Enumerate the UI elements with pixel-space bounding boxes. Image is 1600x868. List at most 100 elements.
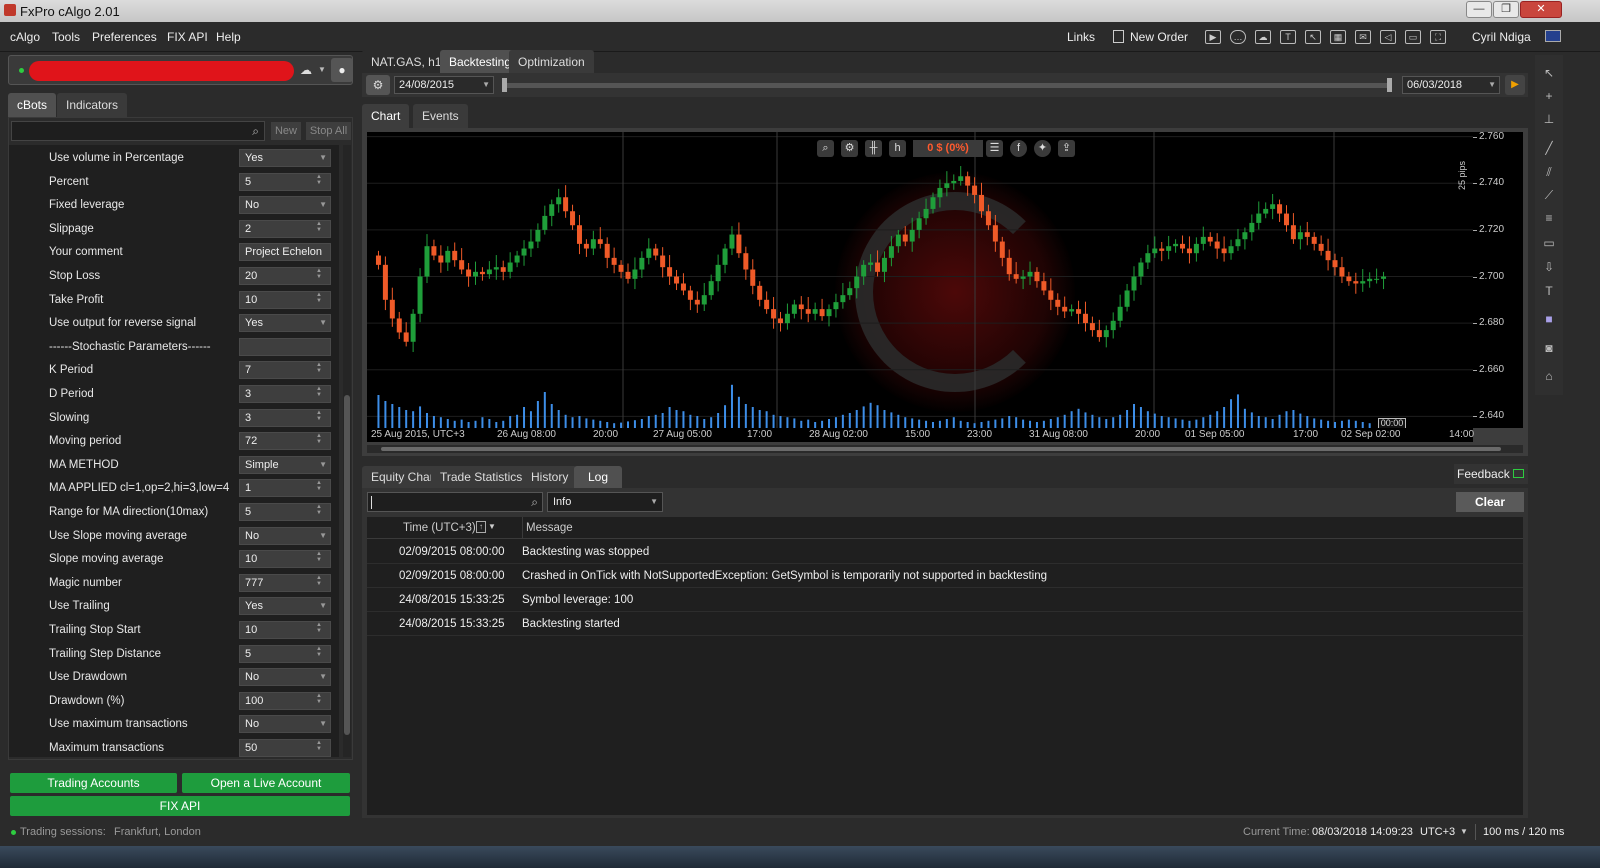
stepper-arrows-icon[interactable]: ▲▼ bbox=[311, 410, 327, 422]
text-icon[interactable]: T bbox=[1541, 283, 1557, 299]
user-name[interactable]: Cyril Ndiga bbox=[1472, 30, 1531, 44]
tab-indicators[interactable]: Indicators bbox=[57, 93, 128, 117]
trendline-icon[interactable]: ╱ bbox=[1541, 140, 1557, 156]
chevron-down-icon[interactable]: ▼ bbox=[319, 197, 327, 213]
param-select[interactable]: Yes ▼ bbox=[239, 597, 331, 616]
param-select[interactable]: No ▼ bbox=[239, 668, 331, 687]
tab-chart[interactable]: Chart bbox=[362, 104, 410, 128]
facebook-icon[interactable]: f bbox=[1010, 140, 1027, 157]
chevron-down-icon[interactable]: ▼ bbox=[319, 457, 327, 473]
param-stepper[interactable]: 3 ▲▼ bbox=[239, 385, 331, 403]
chat-icon[interactable]: … bbox=[1230, 30, 1246, 44]
menu-help[interactable]: Help bbox=[216, 30, 241, 44]
trading-accounts-button[interactable]: Trading Accounts bbox=[10, 773, 177, 793]
gear-icon[interactable]: ⚙ bbox=[366, 75, 390, 95]
param-select[interactable]: Simple ▼ bbox=[239, 455, 331, 474]
param-input[interactable] bbox=[239, 337, 331, 356]
param-select[interactable]: No ▼ bbox=[239, 196, 331, 215]
minimize-button[interactable]: — bbox=[1466, 1, 1492, 18]
close-button[interactable]: ✕ bbox=[1520, 1, 1562, 18]
param-stepper[interactable]: 7 ▲▼ bbox=[239, 361, 331, 380]
layout-icon[interactable]: ▭ bbox=[1405, 30, 1421, 44]
calculator-icon[interactable]: ▦ bbox=[1330, 30, 1346, 44]
date-range-slider[interactable] bbox=[502, 78, 1392, 92]
stepper-arrows-icon[interactable]: ▲▼ bbox=[311, 268, 327, 280]
param-stepper[interactable]: 777 ▲▼ bbox=[239, 573, 331, 592]
scrollbar-thumb[interactable] bbox=[344, 395, 350, 735]
clear-log-button[interactable]: Clear bbox=[1456, 492, 1524, 512]
range-start-handle[interactable] bbox=[502, 78, 507, 92]
param-scrollbar[interactable] bbox=[343, 145, 351, 757]
stepper-arrows-icon[interactable]: ▲▼ bbox=[311, 362, 327, 374]
param-stepper[interactable]: 5 ▲▼ bbox=[239, 644, 331, 663]
rectangle-icon[interactable]: ▭ bbox=[1541, 235, 1557, 251]
param-stepper[interactable]: 10 ▲▼ bbox=[239, 550, 331, 569]
param-select[interactable]: No ▼ bbox=[239, 526, 331, 545]
param-stepper[interactable]: 72 ▲▼ bbox=[239, 432, 331, 451]
stepper-arrows-icon[interactable]: ▲▼ bbox=[311, 551, 327, 563]
chevron-down-icon[interactable]: ▼ bbox=[319, 315, 327, 331]
chart-settings-icon[interactable]: ⚙ bbox=[841, 140, 858, 157]
stepper-arrows-icon[interactable]: ▲▼ bbox=[311, 740, 327, 752]
open-live-account-button[interactable]: Open a Live Account bbox=[182, 773, 350, 793]
stepper-arrows-icon[interactable]: ▲▼ bbox=[311, 504, 327, 516]
tab-history[interactable]: History bbox=[522, 466, 578, 488]
language-flag-icon[interactable] bbox=[1545, 30, 1561, 42]
feedback-button[interactable]: Feedback bbox=[1454, 464, 1528, 484]
param-stepper[interactable]: 3 ▲▼ bbox=[239, 408, 331, 427]
channel-icon[interactable]: ⫽ bbox=[1541, 164, 1557, 180]
range-end-handle[interactable] bbox=[1387, 78, 1392, 92]
tab-optimization[interactable]: Optimization bbox=[509, 50, 594, 74]
cursor-icon[interactable]: ↖ bbox=[1541, 65, 1557, 81]
stepper-arrows-icon[interactable]: ▲▼ bbox=[311, 622, 327, 634]
chevron-down-icon[interactable]: ▼ bbox=[488, 522, 496, 531]
video-icon[interactable]: ▶ bbox=[1205, 30, 1221, 44]
new-cbot-button[interactable]: New bbox=[271, 122, 301, 140]
stop-all-button[interactable]: Stop All bbox=[306, 122, 351, 140]
zoom-area-icon[interactable]: ⊥ bbox=[1541, 111, 1557, 127]
param-input[interactable]: Project Echelon bbox=[239, 243, 331, 262]
log-row[interactable]: 24/08/2015 15:33:25 Symbol leverage: 100 bbox=[367, 588, 1523, 612]
stepper-arrows-icon[interactable]: ▲▼ bbox=[311, 480, 327, 492]
stepper-arrows-icon[interactable]: ▲▼ bbox=[311, 221, 327, 233]
tab-symbol[interactable]: NAT.GAS, h1 bbox=[362, 50, 451, 74]
hscrollbar-thumb[interactable] bbox=[381, 447, 1501, 451]
log-row[interactable]: 02/09/2015 08:00:00 Crashed in OnTick wi… bbox=[367, 564, 1523, 588]
param-stepper[interactable]: 10 ▲▼ bbox=[239, 290, 331, 309]
cloud-icon[interactable]: ☁ bbox=[1255, 30, 1271, 44]
play-button[interactable]: ▶ bbox=[1505, 75, 1525, 95]
cbot-search-input[interactable]: ⌕ bbox=[11, 121, 265, 141]
menu-preferences[interactable]: Preferences bbox=[92, 30, 157, 44]
param-stepper[interactable]: 1 ▲▼ bbox=[239, 479, 331, 498]
chevron-down-icon[interactable]: ▼ bbox=[319, 716, 327, 732]
camera-icon[interactable]: ◙ bbox=[1541, 340, 1557, 356]
stepper-arrows-icon[interactable]: ▲▼ bbox=[311, 693, 327, 705]
log-row[interactable]: 02/09/2015 08:00:00 Backtesting was stop… bbox=[367, 540, 1523, 564]
param-select[interactable]: Yes ▼ bbox=[239, 149, 331, 167]
stepper-arrows-icon[interactable]: ▲▼ bbox=[311, 386, 327, 398]
user-icon[interactable]: ● bbox=[331, 58, 353, 82]
stepper-arrows-icon[interactable]: ▲▼ bbox=[311, 646, 327, 658]
zoom-icon[interactable]: ⌕ bbox=[817, 140, 834, 157]
chevron-down-icon[interactable]: ▼ bbox=[1460, 827, 1468, 836]
tab-log[interactable]: Log bbox=[574, 466, 622, 488]
chart-plot-area[interactable]: ⌕ ⚙ ╫ h 0 $ (0%) ☰ f ✦ ⇪ 25 pips 00:00 bbox=[367, 132, 1473, 428]
share-icon[interactable]: ⇪ bbox=[1058, 140, 1075, 157]
fix-api-button[interactable]: FIX API bbox=[10, 796, 350, 816]
list-icon[interactable]: ☰ bbox=[986, 140, 1003, 157]
param-select[interactable]: Yes ▼ bbox=[239, 314, 331, 333]
time-column-header[interactable]: Time (UTC+3) bbox=[403, 522, 476, 534]
maximize-button[interactable]: ❐ bbox=[1493, 1, 1519, 18]
fullscreen-icon[interactable]: ⛶ bbox=[1430, 30, 1446, 44]
menu-fix-api[interactable]: FIX API bbox=[167, 30, 208, 44]
twitter-icon[interactable]: ✦ bbox=[1034, 140, 1051, 157]
chart-hscrollbar[interactable] bbox=[367, 445, 1523, 453]
pointer-icon[interactable]: ↖ bbox=[1305, 30, 1321, 44]
stepper-arrows-icon[interactable]: ▲▼ bbox=[311, 292, 327, 304]
stepper-arrows-icon[interactable]: ▲▼ bbox=[311, 174, 327, 186]
chevron-down-icon[interactable]: ▼ bbox=[319, 669, 327, 685]
account-selector[interactable]: ☁ ▼ ● bbox=[8, 55, 353, 85]
log-level-select[interactable]: Info ▼ bbox=[547, 492, 663, 512]
stepper-arrows-icon[interactable]: ▲▼ bbox=[311, 575, 327, 587]
param-stepper[interactable]: 10 ▲▼ bbox=[239, 621, 331, 639]
